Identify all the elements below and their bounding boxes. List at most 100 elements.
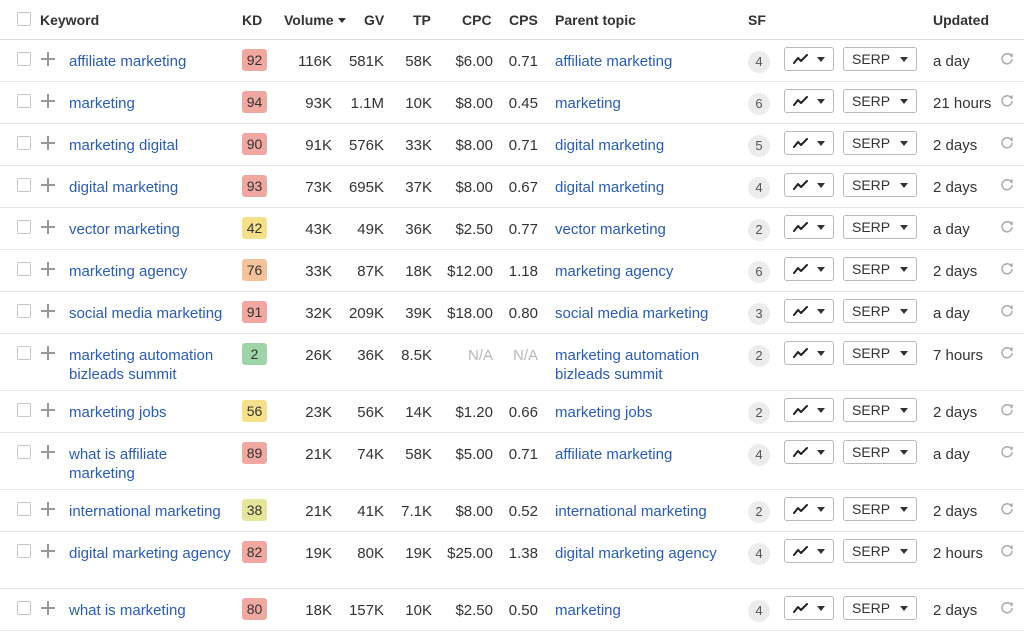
refresh-icon[interactable] <box>1000 220 1014 234</box>
keyword-link[interactable]: affiliate marketing <box>69 52 237 71</box>
sf-badge[interactable]: 4 <box>748 543 770 565</box>
serp-dropdown[interactable]: SERP <box>843 497 917 521</box>
select-all-checkbox[interactable] <box>17 12 31 26</box>
plus-icon[interactable] <box>41 94 55 108</box>
parent-topic-link[interactable]: social media marketing <box>555 304 730 323</box>
keyword-link[interactable]: digital marketing <box>69 178 237 197</box>
header-kd[interactable]: KD <box>242 11 262 30</box>
sf-badge[interactable]: 6 <box>748 261 770 283</box>
row-checkbox[interactable] <box>17 136 31 150</box>
header-cps[interactable]: CPS <box>509 11 538 30</box>
row-checkbox[interactable] <box>17 52 31 66</box>
sf-badge[interactable]: 2 <box>748 501 770 523</box>
plus-icon[interactable] <box>41 262 55 276</box>
serp-dropdown[interactable]: SERP <box>843 215 917 239</box>
refresh-icon[interactable] <box>1000 346 1014 360</box>
plus-icon[interactable] <box>41 403 55 417</box>
serp-dropdown[interactable]: SERP <box>843 596 917 620</box>
row-checkbox[interactable] <box>17 262 31 276</box>
header-cpc[interactable]: CPC <box>462 11 492 30</box>
plus-icon[interactable] <box>41 178 55 192</box>
trend-dropdown[interactable] <box>784 596 834 620</box>
header-gv[interactable]: GV <box>364 11 384 30</box>
plus-icon[interactable] <box>41 304 55 318</box>
row-checkbox[interactable] <box>17 304 31 318</box>
trend-dropdown[interactable] <box>784 299 834 323</box>
row-checkbox[interactable] <box>17 601 31 615</box>
serp-dropdown[interactable]: SERP <box>843 47 917 71</box>
serp-dropdown[interactable]: SERP <box>843 173 917 197</box>
parent-topic-link[interactable]: vector marketing <box>555 220 730 239</box>
parent-topic-link[interactable]: digital marketing <box>555 136 730 155</box>
trend-dropdown[interactable] <box>784 173 834 197</box>
refresh-icon[interactable] <box>1000 136 1014 150</box>
header-tp[interactable]: TP <box>413 11 431 30</box>
header-parent-topic[interactable]: Parent topic <box>555 11 636 30</box>
plus-icon[interactable] <box>41 601 55 615</box>
serp-dropdown[interactable]: SERP <box>843 89 917 113</box>
header-updated[interactable]: Updated <box>933 11 989 30</box>
trend-dropdown[interactable] <box>784 398 834 422</box>
header-keyword[interactable]: Keyword <box>40 11 99 30</box>
refresh-icon[interactable] <box>1000 52 1014 66</box>
trend-dropdown[interactable] <box>784 539 834 563</box>
plus-icon[interactable] <box>41 136 55 150</box>
serp-dropdown[interactable]: SERP <box>843 299 917 323</box>
plus-icon[interactable] <box>41 220 55 234</box>
trend-dropdown[interactable] <box>784 257 834 281</box>
row-checkbox[interactable] <box>17 502 31 516</box>
keyword-link[interactable]: marketing automation bizleads summit <box>69 346 237 384</box>
keyword-link[interactable]: marketing <box>69 94 237 113</box>
trend-dropdown[interactable] <box>784 497 834 521</box>
plus-icon[interactable] <box>41 346 55 360</box>
parent-topic-link[interactable]: digital marketing <box>555 178 730 197</box>
parent-topic-link[interactable]: marketing automation bizleads summit <box>555 346 730 384</box>
plus-icon[interactable] <box>41 544 55 558</box>
keyword-link[interactable]: international marketing <box>69 502 237 521</box>
serp-dropdown[interactable]: SERP <box>843 341 917 365</box>
sf-badge[interactable]: 2 <box>748 219 770 241</box>
refresh-icon[interactable] <box>1000 544 1014 558</box>
sf-badge[interactable]: 4 <box>748 444 770 466</box>
parent-topic-link[interactable]: marketing <box>555 94 730 113</box>
refresh-icon[interactable] <box>1000 94 1014 108</box>
plus-icon[interactable] <box>41 445 55 459</box>
keyword-link[interactable]: social media marketing <box>69 304 237 323</box>
trend-dropdown[interactable] <box>784 341 834 365</box>
header-sf[interactable]: SF <box>748 11 766 30</box>
row-checkbox[interactable] <box>17 445 31 459</box>
parent-topic-link[interactable]: digital marketing agency <box>555 544 730 563</box>
keyword-link[interactable]: marketing agency <box>69 262 237 281</box>
plus-icon[interactable] <box>41 502 55 516</box>
refresh-icon[interactable] <box>1000 178 1014 192</box>
refresh-icon[interactable] <box>1000 601 1014 615</box>
keyword-link[interactable]: what is affiliate marketing <box>69 445 237 483</box>
parent-topic-link[interactable]: marketing jobs <box>555 403 730 422</box>
parent-topic-link[interactable]: affiliate marketing <box>555 445 730 464</box>
serp-dropdown[interactable]: SERP <box>843 257 917 281</box>
keyword-link[interactable]: what is marketing <box>69 601 237 620</box>
trend-dropdown[interactable] <box>784 215 834 239</box>
plus-icon[interactable] <box>41 52 55 66</box>
sf-badge[interactable]: 5 <box>748 135 770 157</box>
sf-badge[interactable]: 4 <box>748 51 770 73</box>
refresh-icon[interactable] <box>1000 304 1014 318</box>
sf-badge[interactable]: 3 <box>748 303 770 325</box>
keyword-link[interactable]: marketing digital <box>69 136 237 155</box>
sf-badge[interactable]: 6 <box>748 93 770 115</box>
serp-dropdown[interactable]: SERP <box>843 398 917 422</box>
trend-dropdown[interactable] <box>784 89 834 113</box>
parent-topic-link[interactable]: affiliate marketing <box>555 52 730 71</box>
trend-dropdown[interactable] <box>784 131 834 155</box>
parent-topic-link[interactable]: international marketing <box>555 502 730 521</box>
keyword-link[interactable]: marketing jobs <box>69 403 237 422</box>
sf-badge[interactable]: 4 <box>748 600 770 622</box>
sf-badge[interactable]: 2 <box>748 345 770 367</box>
parent-topic-link[interactable]: marketing <box>555 601 730 620</box>
keyword-link[interactable]: vector marketing <box>69 220 237 239</box>
row-checkbox[interactable] <box>17 403 31 417</box>
header-volume[interactable]: Volume <box>284 11 346 30</box>
keyword-link[interactable]: digital marketing agency <box>69 544 237 563</box>
serp-dropdown[interactable]: SERP <box>843 440 917 464</box>
row-checkbox[interactable] <box>17 346 31 360</box>
